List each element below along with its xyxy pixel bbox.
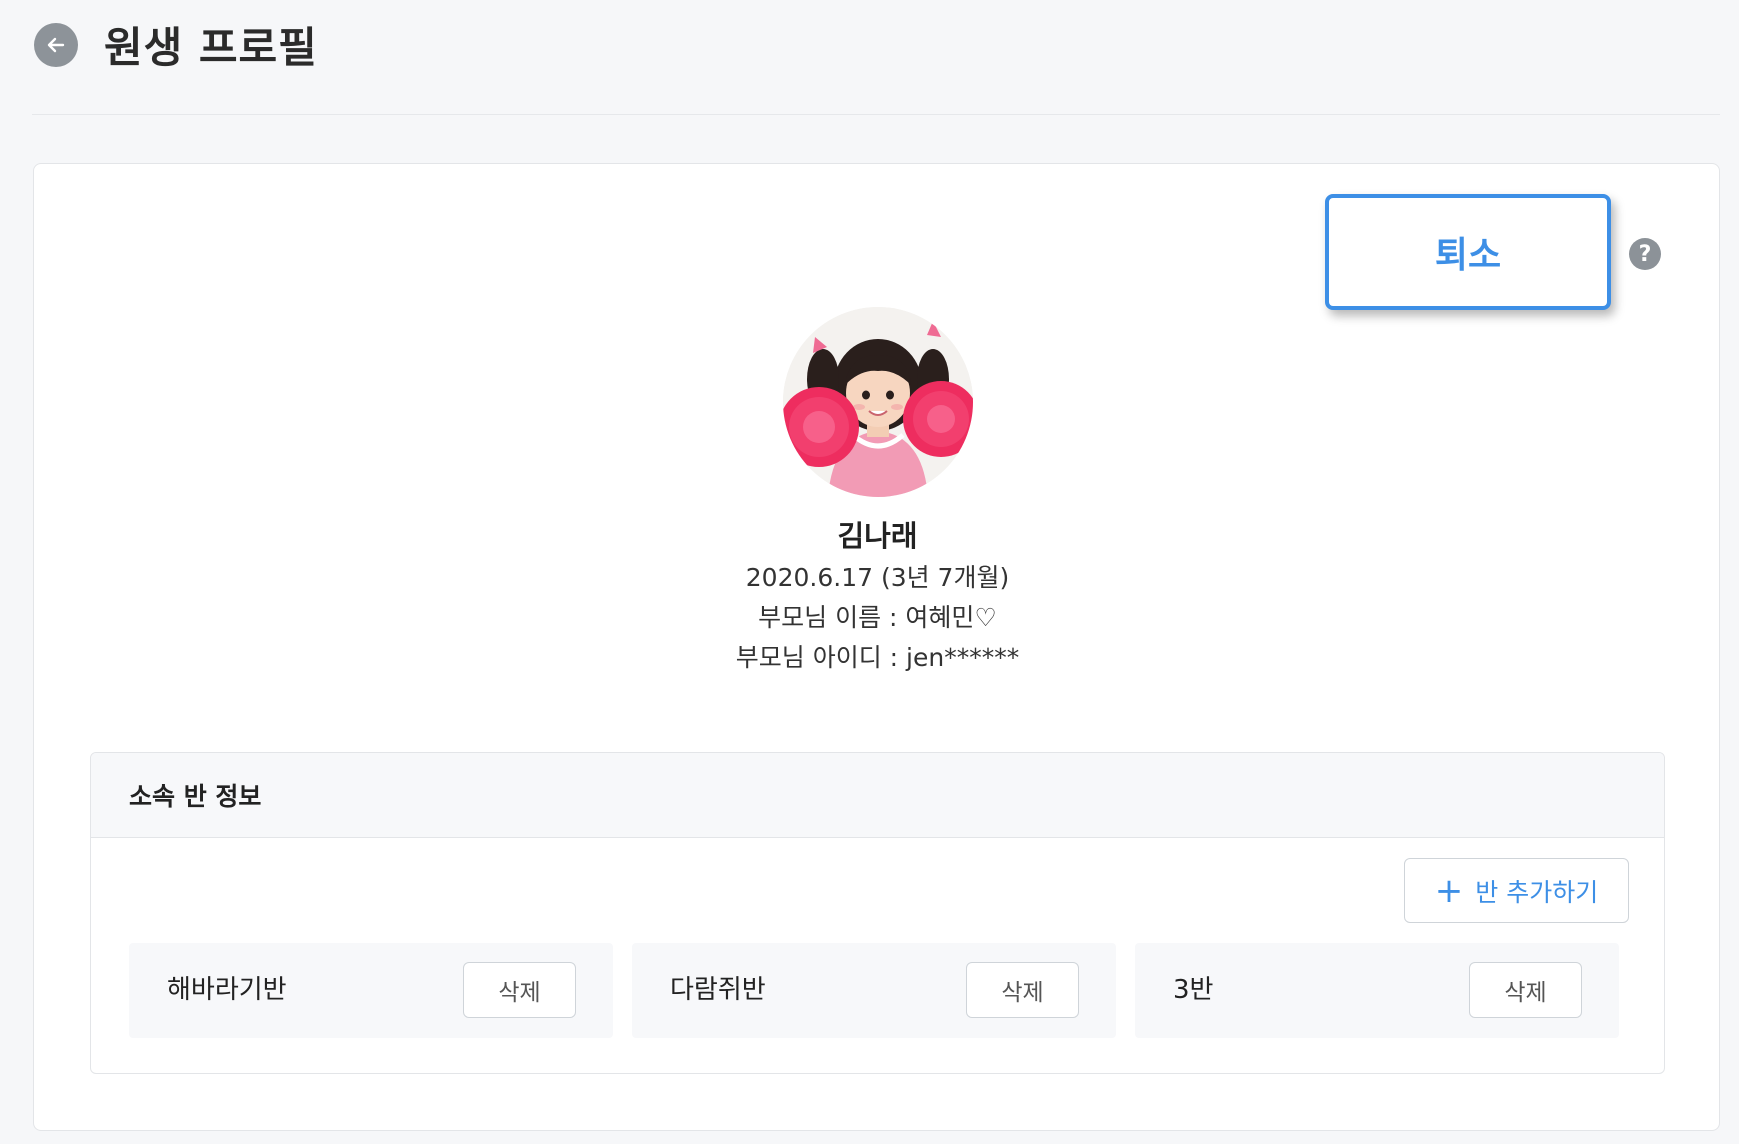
delete-class-button[interactable]: 삭제 bbox=[463, 962, 576, 1018]
class-name: 해바라기반 bbox=[167, 975, 287, 1005]
parent-id: 부모님 아이디 : jen****** bbox=[735, 643, 1020, 672]
avatar bbox=[783, 307, 973, 497]
class-section-header: 소속 반 정보 bbox=[91, 753, 1664, 838]
arrow-left-icon bbox=[47, 37, 65, 53]
child-name: 김나래 bbox=[837, 519, 918, 553]
class-item: 해바라기반 삭제 bbox=[129, 943, 613, 1038]
help-icon[interactable]: ? bbox=[1629, 238, 1661, 270]
parent-name: 부모님 이름 : 여혜민♡ bbox=[758, 603, 997, 632]
birth-date: 2020.6.17 (3년 7개월) bbox=[745, 563, 1010, 592]
page-header: 원생 프로필 bbox=[32, 0, 1720, 115]
add-class-label: 반 추가하기 bbox=[1475, 877, 1599, 907]
discharge-button[interactable]: 퇴소 bbox=[1325, 194, 1611, 310]
class-section-title: 소속 반 정보 bbox=[129, 782, 262, 811]
delete-class-button[interactable]: 삭제 bbox=[966, 962, 1079, 1018]
child-photo bbox=[783, 307, 973, 497]
class-item: 다람쥐반 삭제 bbox=[632, 943, 1116, 1038]
student-profile-card: 퇴소 ? 김나래 2020.6.17 (3년 7개월) 부모님 이름: 여혜민… bbox=[33, 163, 1720, 1131]
plus-icon: + bbox=[1434, 870, 1464, 911]
class-name: 다람쥐반 bbox=[670, 975, 766, 1005]
class-list: 해바라기반 삭제 다람쥐반 삭제 3반 삭제 bbox=[129, 943, 1649, 1038]
profile-info: 김나래 2020.6.17 (3년 7개월) 부모님 이름 : 여혜민♡ 부모님… bbox=[34, 514, 1721, 678]
class-name: 3반 bbox=[1173, 975, 1214, 1005]
class-info-section: 소속 반 정보 + 반 추가하기 해바라기반 삭제 다람쥐반 삭제 3반 삭제 bbox=[90, 752, 1665, 1074]
delete-class-button[interactable]: 삭제 bbox=[1469, 962, 1582, 1018]
page-title: 원생 프로필 bbox=[104, 23, 318, 72]
add-class-button[interactable]: + 반 추가하기 bbox=[1404, 858, 1629, 923]
back-button[interactable] bbox=[34, 23, 78, 67]
class-item: 3반 삭제 bbox=[1135, 943, 1619, 1038]
